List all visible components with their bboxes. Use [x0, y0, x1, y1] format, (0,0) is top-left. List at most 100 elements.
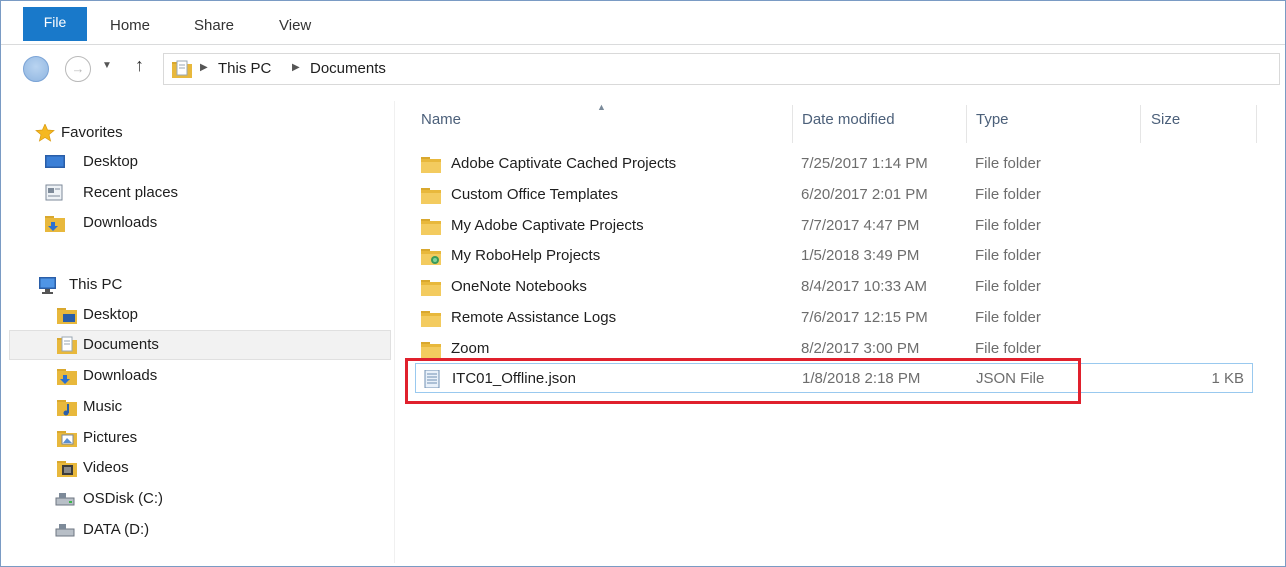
nav-favorites-desktop[interactable]: Desktop	[9, 147, 391, 177]
breadcrumb-this-pc[interactable]: This PC	[218, 60, 271, 77]
explorer-window: File Home Share View → ▼ ↑ ▶ This PC ▶ D…	[0, 0, 1286, 567]
file-row[interactable]: My RoboHelp Projects 1/5/2018 3:49 PM Fi…	[415, 241, 1253, 271]
breadcrumb-separator-icon: ▶	[200, 62, 208, 73]
column-divider[interactable]	[1256, 105, 1257, 143]
navigation-pane: Favorites Desktop Recent places Download…	[9, 101, 395, 563]
file-list: ▲ Name Date modified Type Size Adobe Cap…	[407, 97, 1277, 563]
nav-thispc-desktop[interactable]: Desktop	[9, 300, 391, 330]
folder-icon	[421, 311, 441, 327]
nav-label: Downloads	[83, 367, 158, 384]
forward-button[interactable]: →	[65, 56, 91, 82]
nav-favorites[interactable]: Favorites	[9, 118, 391, 148]
nav-this-pc[interactable]: This PC	[9, 270, 391, 300]
up-button[interactable]: ↑	[135, 55, 144, 76]
nav-favorites-downloads[interactable]: Downloads	[9, 208, 391, 238]
breadcrumb-documents[interactable]: Documents	[310, 60, 386, 77]
network-folder-icon	[421, 249, 441, 265]
desktop-icon	[45, 155, 65, 168]
address-bar[interactable]: ▶ This PC ▶ Documents	[163, 53, 1280, 85]
file-row[interactable]: OneNote Notebooks 8/4/2017 10:33 AM File…	[415, 272, 1253, 302]
desktop-folder-icon	[57, 308, 77, 324]
file-type: File folder	[975, 340, 1041, 357]
folder-icon	[421, 280, 441, 296]
chevron-down-icon: ▼	[102, 60, 112, 71]
navigation-bar: → ▼ ↑ ▶ This PC ▶ Documents	[1, 45, 1285, 97]
file-type: File folder	[975, 278, 1041, 295]
nav-thispc-pictures[interactable]: Pictures	[9, 423, 391, 453]
file-row[interactable]: Adobe Captivate Cached Projects 7/25/201…	[415, 149, 1253, 179]
back-arrow-icon	[24, 57, 48, 81]
file-date: 7/6/2017 12:15 PM	[801, 309, 928, 326]
column-divider[interactable]	[1140, 105, 1141, 143]
file-row[interactable]: My Adobe Captivate Projects 7/7/2017 4:4…	[415, 211, 1253, 241]
file-row[interactable]: Remote Assistance Logs 7/6/2017 12:15 PM…	[415, 303, 1253, 333]
nav-label: Music	[83, 398, 123, 415]
column-header-type[interactable]: Type	[976, 111, 1009, 128]
nav-label: Downloads	[83, 214, 158, 231]
column-header-size[interactable]: Size	[1151, 111, 1180, 128]
forward-arrow-icon: →	[71, 61, 85, 76]
nav-thispc-videos[interactable]: Videos	[9, 453, 391, 483]
file-type: File folder	[975, 186, 1041, 203]
column-header-name[interactable]: Name	[421, 111, 461, 128]
column-divider[interactable]	[792, 105, 793, 143]
nav-label: Favorites	[61, 124, 123, 141]
file-name: Remote Assistance Logs	[451, 309, 617, 326]
star-icon	[35, 124, 55, 142]
file-date: 6/20/2017 2:01 PM	[801, 186, 928, 203]
folder-icon	[421, 188, 441, 204]
ribbon: File Home Share View	[1, 1, 1285, 45]
file-size: 1 KB	[1211, 370, 1244, 387]
drive-icon	[55, 493, 75, 506]
column-header-date[interactable]: Date modified	[802, 111, 895, 128]
sort-ascending-icon: ▲	[597, 102, 606, 112]
nav-thispc-documents[interactable]: Documents	[9, 330, 391, 360]
nav-label: DATA (D:)	[83, 521, 150, 538]
file-date: 7/25/2017 1:14 PM	[801, 155, 928, 172]
file-type: File folder	[975, 217, 1041, 234]
nav-label: Pictures	[83, 429, 138, 446]
file-date: 8/4/2017 10:33 AM	[801, 278, 927, 295]
videos-folder-icon	[57, 461, 77, 477]
recent-locations-button[interactable]: ▼	[102, 60, 112, 71]
file-date: 7/7/2017 4:47 PM	[801, 217, 920, 234]
nav-label: Documents	[83, 336, 159, 353]
downloads-folder-icon	[45, 216, 65, 232]
file-name: My RoboHelp Projects	[451, 247, 601, 264]
file-name: Zoom	[451, 340, 490, 357]
documents-folder-icon	[172, 60, 192, 78]
nav-recent-places[interactable]: Recent places	[9, 178, 391, 208]
file-name: Adobe Captivate Cached Projects	[451, 155, 677, 172]
up-arrow-icon: ↑	[135, 55, 144, 75]
nav-label: This PC	[69, 276, 123, 293]
nav-label: Desktop	[83, 306, 139, 323]
nav-label: Videos	[83, 459, 129, 476]
nav-thispc-music[interactable]: Music	[9, 392, 391, 422]
tab-share[interactable]: Share	[194, 7, 234, 45]
nav-osdisk-c[interactable]: OSDisk (C:)	[9, 484, 391, 514]
file-type: File folder	[975, 247, 1041, 264]
music-folder-icon	[57, 400, 77, 416]
tab-file[interactable]: File	[23, 7, 87, 41]
nav-data-d[interactable]: DATA (D:)	[9, 515, 391, 545]
folder-icon	[421, 157, 441, 173]
tab-home[interactable]: Home	[110, 7, 150, 45]
nav-label: Recent places	[83, 184, 179, 201]
file-date: 8/2/2017 3:00 PM	[801, 340, 920, 357]
folder-icon	[421, 219, 441, 235]
file-type: File folder	[975, 155, 1041, 172]
back-button[interactable]	[23, 56, 49, 82]
column-divider[interactable]	[966, 105, 967, 143]
tab-view[interactable]: View	[279, 7, 311, 45]
nav-thispc-downloads[interactable]: Downloads	[9, 361, 391, 391]
downloads-folder-icon	[57, 369, 77, 385]
breadcrumb-separator-icon: ▶	[292, 62, 300, 73]
documents-folder-icon	[57, 336, 77, 354]
file-name: OneNote Notebooks	[451, 278, 587, 295]
computer-icon	[39, 277, 56, 294]
file-date: 1/5/2018 3:49 PM	[801, 247, 920, 264]
folder-icon	[421, 342, 441, 358]
file-row[interactable]: Custom Office Templates 6/20/2017 2:01 P…	[415, 180, 1253, 210]
file-name: Custom Office Templates	[451, 186, 619, 203]
nav-label: OSDisk (C:)	[83, 490, 163, 507]
